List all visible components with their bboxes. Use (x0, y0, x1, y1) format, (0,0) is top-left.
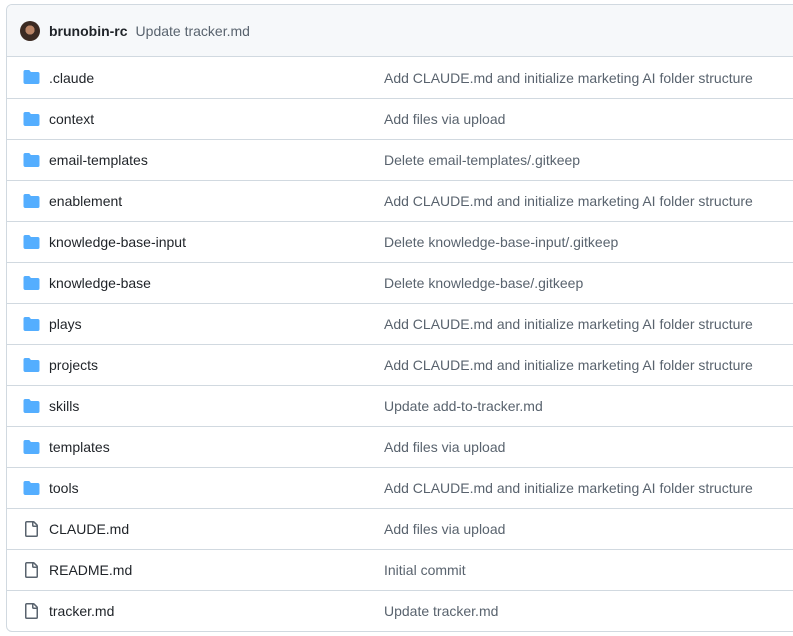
file-name-link[interactable]: tracker.md (49, 603, 114, 619)
commit-message-link[interactable]: Add files via upload (384, 439, 505, 455)
table-row[interactable]: skills Update add-to-tracker.md (7, 385, 793, 426)
table-row[interactable]: context Add files via upload (7, 98, 793, 139)
folder-icon (23, 439, 41, 455)
file-name-link[interactable]: knowledge-base-input (49, 234, 186, 250)
commit-message-link[interactable]: Delete knowledge-base-input/.gitkeep (384, 234, 618, 250)
commit-message-link[interactable]: Update tracker.md (136, 23, 250, 39)
folder-icon (23, 152, 41, 168)
file-name-link[interactable]: plays (49, 316, 82, 332)
folder-icon (23, 234, 41, 250)
table-row[interactable]: tools Add CLAUDE.md and initialize market… (7, 467, 793, 508)
table-row[interactable]: CLAUDE.md Add files via upload (7, 508, 793, 549)
file-name-link[interactable]: .claude (49, 70, 94, 86)
commit-message-link[interactable]: Update tracker.md (384, 603, 498, 619)
table-row[interactable]: templates Add files via upload (7, 426, 793, 467)
commit-message-link[interactable]: Add files via upload (384, 111, 505, 127)
table-row[interactable]: tracker.md Update tracker.md (7, 590, 793, 631)
file-name-link[interactable]: tools (49, 480, 79, 496)
folder-icon (23, 111, 41, 127)
commit-message-link[interactable]: Add files via upload (384, 521, 505, 537)
folder-icon (23, 193, 41, 209)
file-name-link[interactable]: projects (49, 357, 98, 373)
file-icon (23, 521, 41, 537)
folder-icon (23, 69, 41, 85)
table-row[interactable]: plays Add CLAUDE.md and initialize market… (7, 303, 793, 344)
file-name-link[interactable]: skills (49, 398, 79, 414)
file-list: brunobin-rc Update tracker.md .claude Add… (6, 4, 793, 632)
file-name-link[interactable]: email-templates (49, 152, 148, 168)
file-icon (23, 562, 41, 578)
commit-message-link[interactable]: Add CLAUDE.md and initialize marketing A… (384, 193, 753, 209)
folder-icon (23, 316, 41, 332)
file-name-link[interactable]: templates (49, 439, 110, 455)
folder-icon (23, 275, 41, 291)
commit-message-link[interactable]: Add CLAUDE.md and initialize marketing A… (384, 316, 753, 332)
table-row[interactable]: knowledge-base Delete knowledge-base/.git… (7, 262, 793, 303)
table-row[interactable]: knowledge-base-input Delete knowledge-bas… (7, 221, 793, 262)
commit-message-link[interactable]: Add CLAUDE.md and initialize marketing A… (384, 480, 753, 496)
table-row[interactable]: .claude Add CLAUDE.md and initialize mark… (7, 57, 793, 98)
latest-commit-header: brunobin-rc Update tracker.md (7, 5, 793, 57)
table-row[interactable]: projects Add CLAUDE.md and initialize mar… (7, 344, 793, 385)
folder-icon (23, 357, 41, 373)
commit-message-link[interactable]: Add CLAUDE.md and initialize marketing A… (384, 357, 753, 373)
commit-message-link[interactable]: Delete email-templates/.gitkeep (384, 152, 580, 168)
file-name-link[interactable]: CLAUDE.md (49, 521, 129, 537)
table-row[interactable]: README.md Initial commit (7, 549, 793, 590)
file-name-link[interactable]: README.md (49, 562, 132, 578)
file-icon (23, 603, 41, 619)
commit-message-link[interactable]: Initial commit (384, 562, 466, 578)
folder-icon (23, 480, 41, 496)
commit-author-link[interactable]: brunobin-rc (49, 23, 128, 39)
commit-message-link[interactable]: Update add-to-tracker.md (384, 398, 543, 414)
table-row[interactable]: enablement Add CLAUDE.md and initialize m… (7, 180, 793, 221)
commit-message-link[interactable]: Delete knowledge-base/.gitkeep (384, 275, 583, 291)
avatar[interactable] (20, 20, 40, 41)
folder-icon (23, 398, 41, 414)
file-name-link[interactable]: knowledge-base (49, 275, 151, 291)
file-name-link[interactable]: context (49, 111, 94, 127)
table-row[interactable]: email-templates Delete email-templates/.g… (7, 139, 793, 180)
commit-message-link[interactable]: Add CLAUDE.md and initialize marketing A… (384, 70, 753, 86)
file-name-link[interactable]: enablement (49, 193, 122, 209)
